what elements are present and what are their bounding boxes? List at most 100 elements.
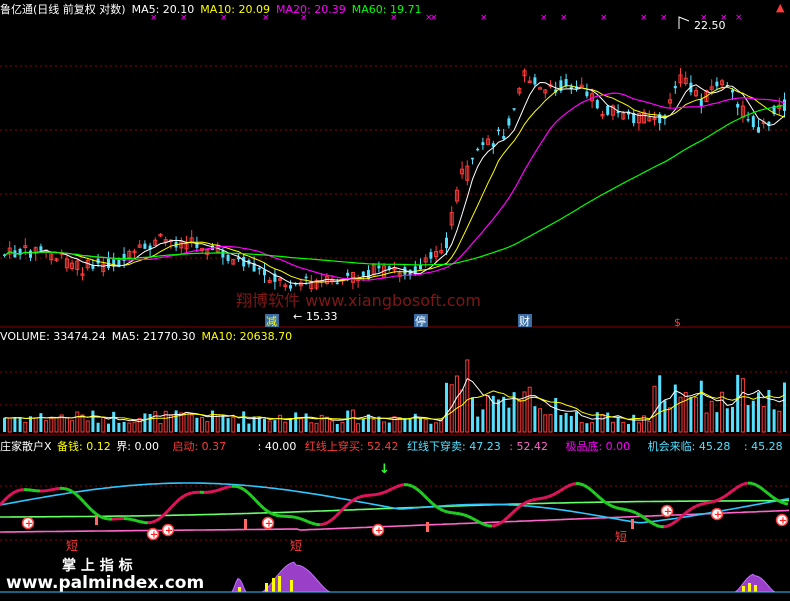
candle-body — [533, 77, 537, 85]
oscillator-segment — [170, 501, 178, 508]
tag-ting[interactable]: 停 — [414, 314, 428, 328]
oscillator-segment — [174, 497, 182, 504]
oscillator-segment — [631, 509, 637, 515]
volume-bar — [543, 414, 548, 433]
oscillator-segment — [63, 487, 69, 491]
candle-body — [585, 91, 589, 97]
volume-bar — [606, 412, 610, 432]
volume-bar — [314, 422, 319, 433]
volume-bar — [486, 395, 491, 433]
yellow-bar — [290, 580, 293, 592]
oscillator-segment — [379, 491, 385, 496]
volume-bar — [80, 414, 85, 433]
candle-body — [377, 265, 381, 269]
oscillator-segment — [499, 519, 505, 525]
oscillator-segment — [147, 520, 153, 525]
volume-bar — [709, 400, 714, 433]
oscillator-segment — [523, 500, 529, 505]
volume-bar — [725, 408, 729, 432]
oscillator-segment — [579, 482, 585, 487]
volume-bar — [736, 374, 740, 432]
oscillator-segment — [551, 491, 557, 497]
oscillator-segment — [723, 492, 729, 499]
volume-bar — [559, 415, 563, 432]
oscillator-segment — [258, 503, 266, 510]
volume-bar — [538, 408, 543, 433]
oscillator-segment — [763, 489, 769, 495]
volume-bar — [652, 385, 657, 433]
oscillator-segment — [571, 482, 577, 486]
oscillator-segment — [299, 517, 305, 522]
volume-bar — [75, 411, 80, 433]
corner-arrow-icon[interactable]: ▲ — [776, 1, 785, 14]
volume-bar — [757, 392, 760, 432]
volume-bar — [720, 391, 725, 433]
yellow-bar — [742, 586, 745, 592]
volume-bar — [548, 414, 553, 433]
volume-bar — [18, 417, 22, 432]
candle-body — [445, 237, 448, 249]
volume-bar — [64, 417, 69, 433]
volume-bar — [158, 423, 163, 433]
tag-cai[interactable]: 财 — [518, 314, 532, 328]
volume-bar — [205, 421, 210, 433]
ma20-line — [4, 92, 785, 281]
candle-body — [502, 136, 506, 139]
tag-dollar[interactable]: $ — [674, 316, 681, 329]
volume-bar — [403, 417, 407, 432]
volume-bar — [49, 417, 54, 433]
volume-bar — [465, 359, 470, 433]
oscillator-segment — [78, 496, 86, 504]
oscillator-segment — [495, 522, 501, 527]
oscillator-segment — [187, 491, 193, 496]
volume-bar — [575, 411, 578, 432]
oscillator-segment — [663, 524, 669, 529]
volume-bar — [731, 406, 734, 432]
oscillator-segment — [539, 496, 545, 501]
volume-bar — [683, 392, 688, 433]
volume-ma-lines — [4, 377, 785, 423]
signal-bar — [95, 515, 98, 525]
oscillator-segment — [235, 484, 241, 489]
oscillator-segment — [587, 486, 593, 492]
oscillator-segment — [594, 493, 602, 500]
yellow-bar — [238, 587, 241, 592]
oscillator-segment — [503, 515, 509, 522]
oscillator-segment — [515, 505, 521, 511]
tag-jian[interactable]: 减 — [265, 314, 279, 328]
volume-bar — [346, 410, 350, 432]
oscillator-segment — [703, 501, 709, 506]
oscillator-segment — [451, 511, 457, 515]
oscillator-segment — [387, 487, 393, 493]
volume-bar — [215, 414, 220, 433]
volume-bar — [371, 418, 376, 433]
svg-text:财: 财 — [519, 314, 530, 328]
volume-bar — [632, 414, 636, 432]
oscillator-segment — [243, 488, 249, 494]
oscillator-segment — [162, 509, 170, 516]
yellow-bar — [748, 583, 751, 592]
volume-bar — [610, 421, 615, 433]
duan-label-3: 短 — [615, 530, 627, 544]
volume-bar — [289, 419, 292, 432]
oscillator-segment — [590, 489, 598, 496]
oscillator-segment — [267, 510, 273, 516]
volume-bar — [636, 422, 641, 433]
volume-bar — [278, 414, 283, 433]
plus-glyph: + — [265, 519, 273, 530]
oscillator-segment — [547, 493, 553, 499]
candle-body — [673, 85, 677, 89]
oscillator-segment — [155, 516, 161, 523]
oscillator-segment — [767, 492, 773, 498]
stock-chart-canvas[interactable]: ▲ × × × × × × ×× × × × × × × × × × ++ ++++ ++↓ 22.50 ← 15… — [0, 0, 790, 601]
oscillator-segment — [219, 486, 225, 491]
candle-body — [481, 142, 485, 146]
oscillator-segment — [607, 502, 613, 508]
volume-bar — [627, 423, 630, 432]
oscillator-segment — [775, 498, 781, 503]
volume-bar — [153, 411, 158, 433]
oscillator-segment — [643, 516, 649, 522]
oscillator-segment — [751, 481, 757, 487]
oscillator-segment — [695, 503, 701, 508]
volume-bar — [247, 423, 251, 432]
